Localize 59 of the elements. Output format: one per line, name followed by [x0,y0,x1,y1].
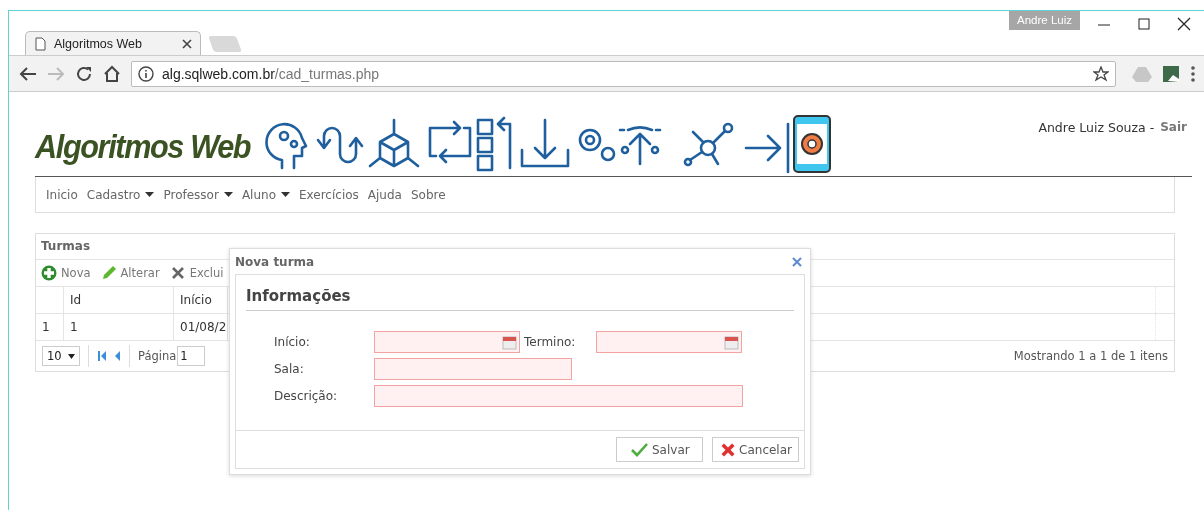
date-field[interactable] [596,331,742,353]
table-cell: 1 [64,314,174,340]
menu-item[interactable]: Aluno [241,187,290,202]
field-label: Início: [274,335,311,349]
table-cell: 01/08/2 [174,314,228,340]
caret-icon [145,192,155,197]
date-field[interactable] [374,331,520,353]
star-icon[interactable] [1093,65,1109,82]
menu-item[interactable]: Exercícios [299,187,359,202]
info-icon[interactable] [138,65,154,82]
toolbar-button[interactable]: Alterar [100,265,160,281]
field-label: Descrição: [274,389,339,403]
input-field[interactable] [374,358,572,380]
caret-icon [67,353,75,359]
row-number: 1 [36,314,64,340]
column-header[interactable]: Id [64,287,174,313]
reload-icon[interactable] [75,64,93,83]
plus-icon [41,265,57,281]
field-label: Termino: [523,335,577,349]
home-icon[interactable] [103,64,121,83]
page-size-select[interactable]: 10 [42,346,80,366]
page-input[interactable]: 1 [177,346,206,366]
pager-summary: Mostrando 1 a 1 de 1 itens [1013,349,1168,363]
caret-icon [223,192,233,197]
x-icon [169,265,186,281]
save-button[interactable]: Salvar [616,437,703,462]
extension-icon[interactable] [1162,64,1180,83]
menu-item[interactable]: Inicio [46,187,78,202]
toolbar-button[interactable]: Exclui [169,265,224,281]
input-field[interactable] [374,385,743,407]
section-heading: Informações [246,287,794,311]
menu-item[interactable]: Sobre [410,187,446,202]
site-logo: Algoritmos Web [35,127,251,166]
previous-page-icon[interactable] [113,350,121,362]
first-page-icon[interactable] [97,350,107,362]
back-icon[interactable] [19,65,37,82]
cancel-button[interactable]: Cancelar [712,437,799,462]
close-icon[interactable] [182,38,192,49]
address-bar[interactable]: alg.sqlweb.com.br/cad_turmas.php [131,60,1116,87]
check-icon [631,442,648,457]
x-icon [721,441,736,458]
page-label: Página [138,349,177,363]
caret-icon [281,192,290,197]
calendar-icon[interactable] [724,334,739,350]
pencil-icon [100,265,117,281]
menu-item[interactable]: Ajuda [367,187,402,202]
logout-link[interactable]: Sair [1160,120,1187,135]
menu-item[interactable]: Professor [163,187,233,202]
maximize-icon[interactable] [1137,17,1151,31]
toolbar-button[interactable]: Nova [41,265,91,281]
column-header[interactable]: Início [174,287,228,313]
user-name: Andre Luiz Souza - [1038,120,1155,135]
calendar-icon[interactable] [502,334,517,350]
page-icon [34,36,46,51]
field-label: Sala: [274,362,305,376]
menu-icon[interactable] [1190,64,1196,83]
browser-tab[interactable]: Algoritmos Web [25,31,201,55]
close-icon[interactable] [1177,17,1191,31]
menu-item[interactable]: Cadastro [86,187,155,202]
